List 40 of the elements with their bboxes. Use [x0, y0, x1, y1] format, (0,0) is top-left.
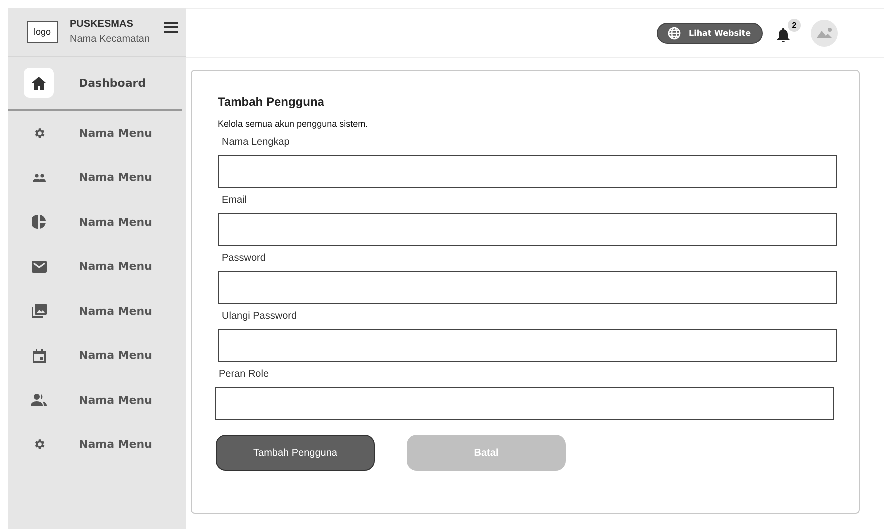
calendar-icon	[32, 348, 46, 363]
sidebar-item[interactable]: Dashboard	[8, 57, 182, 111]
field-label: Ulangi Password	[222, 311, 298, 322]
menu-icon[interactable]	[164, 22, 178, 32]
input-field[interactable]	[218, 329, 837, 362]
mail-icon	[32, 260, 46, 273]
sidebar-item[interactable]: Nama Menu	[8, 244, 186, 289]
bell-icon[interactable]	[777, 28, 790, 43]
gear-icon	[32, 438, 46, 452]
form-title: Tambah Pengguna	[218, 95, 326, 109]
sidebar-item[interactable]: Nama Menu	[8, 156, 186, 200]
notification-badge: 2	[788, 19, 801, 32]
view-website-button[interactable]: Lihat Website	[657, 22, 763, 44]
sidebar-item[interactable]: Nama Menu	[8, 289, 186, 334]
logo: logo	[27, 21, 58, 43]
input-field[interactable]	[215, 387, 834, 420]
gear-icon	[32, 126, 46, 140]
submit-button[interactable]: Tambah Pengguna	[216, 435, 375, 471]
field-label: Password	[222, 253, 267, 264]
sidebar-item[interactable]: Nama Menu	[8, 334, 186, 378]
sidebar-item[interactable]: Nama Menu	[8, 200, 186, 244]
input-field[interactable]	[218, 271, 837, 304]
field-label: Nama Lengkap	[222, 137, 291, 148]
sidebar-item[interactable]: Nama Menu	[8, 111, 186, 156]
sidebar-item[interactable]: Nama Menu	[8, 422, 186, 467]
app-title: PUSKESMAS	[70, 19, 134, 30]
form-description: Kelola semua akun pengguna sistem.	[218, 119, 370, 129]
input-field[interactable]	[218, 213, 837, 246]
people-icon	[32, 174, 46, 182]
pie-chart-icon	[32, 215, 46, 230]
field-label: Peran Role	[219, 369, 270, 380]
people-icon	[31, 394, 47, 406]
sidebar-item[interactable]: Nama Menu	[8, 378, 186, 422]
app-subtitle: Nama Kecamatan	[70, 34, 152, 45]
field-label: Email	[222, 195, 248, 206]
image-icon	[816, 28, 832, 38]
globe-icon	[668, 26, 681, 40]
images-icon	[32, 304, 46, 318]
home-icon	[32, 76, 46, 90]
input-field[interactable]	[218, 155, 837, 188]
